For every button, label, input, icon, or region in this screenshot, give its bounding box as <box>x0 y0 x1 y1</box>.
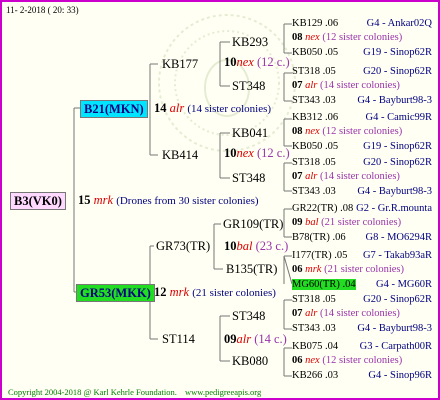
leaf-ancestor-origin: G2 - Gr.R.mounta <box>356 203 432 214</box>
leaf-ancestor-row: B78(TR) .06 G8 - MO6294R <box>292 232 434 244</box>
timestamp: 11- 2-2018 ( 20: 33) <box>6 5 79 15</box>
leaf-ancestor-label[interactable]: KB050 .05 <box>292 141 338 152</box>
leaf-ancestor-row: I177(TR) .05 G7 - Takab93aR <box>292 250 434 262</box>
queen-gr53-label[interactable]: GR53(MKK) <box>76 284 155 302</box>
leaf-drone-info: 07 alr (14 sister colonies) <box>292 171 400 182</box>
node-gr73[interactable]: GR73(TR) <box>156 239 210 253</box>
leaf-ancestor-origin: G19 - Sinop62R <box>363 141 432 152</box>
leaf-ancestor-label[interactable]: I177(TR) .05 <box>292 250 347 261</box>
node-gr109[interactable]: GR109(TR) <box>223 217 283 231</box>
leaf-drone-info: 09 bal (21 sister colonies) <box>292 217 402 228</box>
root-drone-info: 15 mrk (Drones from 30 sister colonies) <box>78 193 259 207</box>
leaf-ancestor-label[interactable]: ST343 .03 <box>292 95 336 106</box>
leaf-drone-info: 07 alr (14 sister colonies) <box>292 308 400 319</box>
leaf-ancestor-origin: G20 - Sinop62R <box>363 294 432 305</box>
leaf-ancestor-origin: G4 - MG60R <box>375 279 432 290</box>
leaf-ancestor-origin: G19 - Sinop62R <box>363 47 432 58</box>
leaf-ancestor-row: KB129 .06 G4 - Ankar02Q <box>292 18 434 30</box>
leaf-drone-info: 06 nex (12 sister colonies) <box>292 355 403 366</box>
leaf-ancestor-label[interactable]: GR22(TR) .08 <box>292 203 353 214</box>
copyright-text: Copyright 2004-2018 @ Karl Kehrle Founda… <box>8 387 262 397</box>
leaf-ancestor-label[interactable]: ST343 .03 <box>292 186 336 197</box>
leaf-drone-info: 08 nex (12 sister colonies) <box>292 32 403 43</box>
leaf-ancestor-row: GR22(TR) .08 G2 - Gr.R.mounta <box>292 203 434 215</box>
leaf-ancestor-row: KB050 .05 G19 - Sinop62R <box>292 47 434 59</box>
leaf-ancestor-origin: G7 - Takab93aR <box>362 250 432 261</box>
leaf-ancestor-row: ST343 .03 G4 - Bayburt98-3 <box>292 186 434 198</box>
leaf-ancestor-origin: G20 - Sinop62R <box>363 66 432 77</box>
leaf-drone-info: 06 mrk (21 sister colonies) <box>292 264 404 275</box>
leaf-ancestor-origin: G4 - Ankar02Q <box>366 18 432 29</box>
leaf-ancestor-label[interactable]: ST343 .03 <box>292 323 336 334</box>
kb177-drone-info: 10nex (12 c.) <box>224 55 290 69</box>
leaf-drone-info: 07 alr (14 sister colonies) <box>292 80 400 91</box>
leaf-ancestor-origin: G4 - Sinop96R <box>368 370 432 381</box>
website-link[interactable]: www.pedigreeapis.org <box>185 387 261 397</box>
node-kb177[interactable]: KB177 <box>162 57 198 71</box>
leaf-ancestor-row: ST318 .05 G20 - Sinop62R <box>292 294 434 306</box>
leaf-ancestor-label[interactable]: MG60(TR) .04 <box>292 279 356 290</box>
node-st348[interactable]: ST348 <box>232 79 265 93</box>
queen-b21-drone-info: 14 alr (14 sister colonies) <box>154 101 272 115</box>
leaf-ancestor-row: KB312 .06 G4 - Camic99R <box>292 112 434 124</box>
kb414-drone-info: 10nex (12 c.) <box>224 146 290 160</box>
leaf-ancestor-label[interactable]: ST318 .05 <box>292 157 336 168</box>
node-b135[interactable]: B135(TR) <box>226 262 277 276</box>
node-kb041[interactable]: KB041 <box>232 126 268 140</box>
node-st114[interactable]: ST114 <box>162 332 195 346</box>
leaf-ancestor-origin: G20 - Sinop62R <box>363 157 432 168</box>
root-queen-label[interactable]: B3(VK0) <box>10 192 66 210</box>
node-kb293[interactable]: KB293 <box>232 35 268 49</box>
leaf-ancestor-origin: G4 - Bayburt98-3 <box>357 186 432 197</box>
leaf-ancestor-label[interactable]: KB050 .05 <box>292 47 338 58</box>
leaf-ancestor-row: KB075 .04 G3 - Carpath00R <box>292 341 434 353</box>
st114-drone-info: 09alr (14 c.) <box>224 332 287 346</box>
leaf-ancestor-origin: G3 - Carpath00R <box>359 341 432 352</box>
leaf-ancestor-origin: G8 - MO6294R <box>365 232 432 243</box>
leaf-ancestor-label[interactable]: ST318 .05 <box>292 66 336 77</box>
leaf-ancestor-row: ST318 .05 G20 - Sinop62R <box>292 157 434 169</box>
leaf-ancestor-label[interactable]: B78(TR) .06 <box>292 232 346 243</box>
node-st348[interactable]: ST348 <box>232 309 265 323</box>
node-kb080[interactable]: KB080 <box>232 354 268 368</box>
queen-b21-label[interactable]: B21(MKN) <box>80 100 148 118</box>
gr73-drone-info: 10bal (23 c.) <box>224 239 289 253</box>
leaf-ancestor-row: MG60(TR) .04 G4 - MG60R <box>292 279 434 291</box>
pedigree-frame: 11- 2-2018 ( 20: 33) B3(VK0) 15 mrk (Dro… <box>0 0 440 400</box>
queen-gr53-drone-info: 12 mrk (21 sister colonies) <box>154 285 276 299</box>
leaf-drone-info: 08 nex (12 sister colonies) <box>292 126 403 137</box>
node-kb414[interactable]: KB414 <box>162 148 198 162</box>
leaf-ancestor-row: ST343 .03 G4 - Bayburt98-3 <box>292 323 434 335</box>
leaf-ancestor-label[interactable]: KB129 .06 <box>292 18 338 29</box>
leaf-ancestor-row: ST343 .03 G4 - Bayburt98-3 <box>292 95 434 107</box>
node-st348[interactable]: ST348 <box>232 171 265 185</box>
leaf-ancestor-row: KB266 .03 G4 - Sinop96R <box>292 370 434 382</box>
leaf-ancestor-label[interactable]: ST318 .05 <box>292 294 336 305</box>
leaf-ancestor-label[interactable]: KB266 .03 <box>292 370 338 381</box>
leaf-ancestor-label[interactable]: KB312 .06 <box>292 112 338 123</box>
leaf-ancestor-origin: G4 - Bayburt98-3 <box>357 95 432 106</box>
leaf-ancestor-origin: G4 - Bayburt98-3 <box>357 323 432 334</box>
leaf-ancestor-row: KB050 .05 G19 - Sinop62R <box>292 141 434 153</box>
leaf-ancestor-label[interactable]: KB075 .04 <box>292 341 338 352</box>
leaf-ancestor-origin: G4 - Camic99R <box>365 112 433 123</box>
leaf-ancestor-row: ST318 .05 G20 - Sinop62R <box>292 66 434 78</box>
